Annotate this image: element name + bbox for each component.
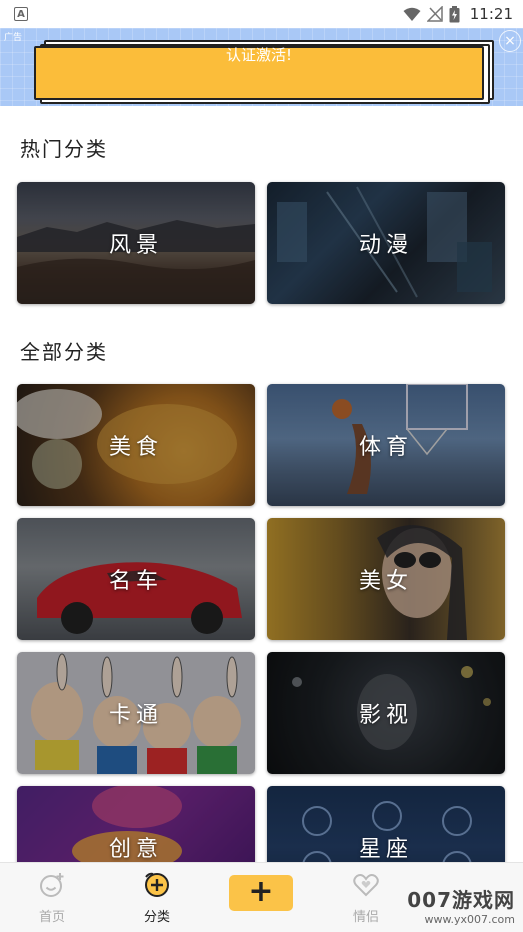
category-tile-landscape[interactable]: 风景 <box>17 182 255 304</box>
wifi-icon <box>403 7 421 21</box>
tile-label: 动漫 <box>358 233 413 258</box>
add-button[interactable]: + <box>229 875 293 911</box>
nav-item-home[interactable]: 首页 <box>12 871 92 925</box>
heart-icon <box>353 874 379 897</box>
category-tile-anime[interactable]: 动漫 <box>267 182 505 304</box>
watermark-name: 007游戏网 <box>407 888 515 912</box>
tile-label: 名车 <box>108 569 163 594</box>
tile-label: 美女 <box>358 569 413 594</box>
no-signal-icon <box>426 6 443 22</box>
status-bar: A 11:21 <box>0 0 523 28</box>
nav-item-couple[interactable]: 情侣 <box>326 871 406 925</box>
ad-close-button[interactable]: × <box>499 30 521 52</box>
ad-card[interactable]: 认证激活! <box>34 46 484 100</box>
tile-label: 美食 <box>108 435 163 460</box>
ad-banner[interactable]: 广告 认证激活! × <box>0 28 523 106</box>
tile-label: 体育 <box>358 435 413 460</box>
category-tile-food[interactable]: 美食 <box>17 384 255 506</box>
tile-label: 影视 <box>358 703 413 728</box>
category-tile-beauty[interactable]: 美女 <box>267 518 505 640</box>
status-time: 11:21 <box>469 5 513 23</box>
nav-label: 情侣 <box>352 910 379 925</box>
app-notification-icon: A <box>14 7 28 21</box>
nav-label: 首页 <box>38 910 65 925</box>
ad-label: 广告 <box>4 33 23 43</box>
watermark: 007游戏网 www.yx007.com <box>407 884 515 926</box>
tile-label: 卡通 <box>108 703 163 728</box>
category-tile-sports[interactable]: 体育 <box>267 384 505 506</box>
hot-section-title: 热门分类 <box>20 137 108 161</box>
tile-label: 星座 <box>358 837 413 862</box>
nav-label: 分类 <box>143 910 170 925</box>
smile-plus-icon <box>40 873 64 897</box>
ad-text: 认证激活! <box>225 46 292 64</box>
tile-label: 风景 <box>108 233 163 258</box>
tile-label: 创意 <box>108 837 163 862</box>
category-tile-cars[interactable]: 名车 <box>17 518 255 640</box>
watermark-url: www.yx007.com <box>424 913 515 926</box>
nav-item-category[interactable]: 分类 <box>117 871 197 925</box>
battery-charging-icon <box>449 5 460 22</box>
all-section-title: 全部分类 <box>20 340 108 364</box>
category-icon <box>145 872 169 897</box>
bottom-nav: 首页 分类 + 情侣 007游戏网 www.yx007.com <box>0 862 523 932</box>
category-tile-film[interactable]: 影视 <box>267 652 505 774</box>
category-tile-cartoon[interactable]: 卡通 <box>17 652 255 774</box>
